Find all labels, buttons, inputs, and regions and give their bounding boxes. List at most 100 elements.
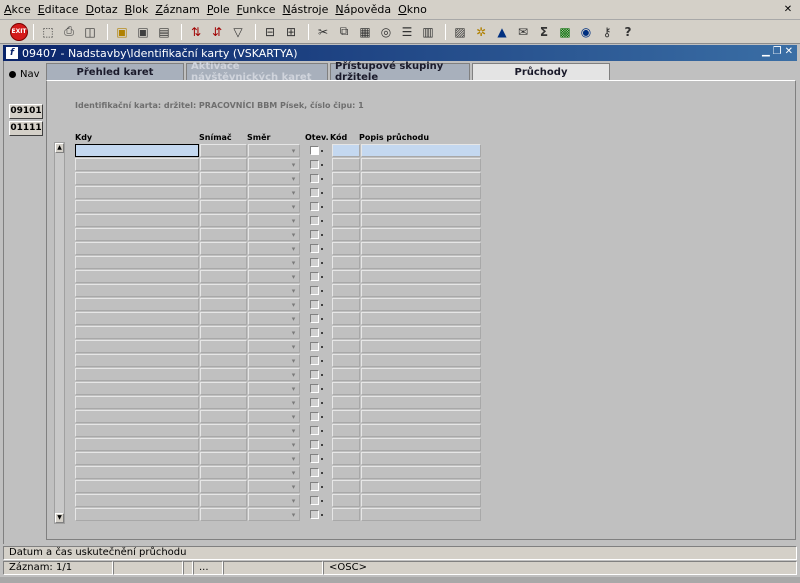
dropdown-arrow-icon[interactable]: ▾: [289, 244, 298, 254]
cut-icon[interactable]: ✂: [314, 23, 332, 41]
kod-field[interactable]: [332, 494, 360, 507]
kod-field[interactable]: [332, 354, 360, 367]
clear-icon[interactable]: ⊟: [261, 23, 279, 41]
dropdown-arrow-icon[interactable]: ▾: [289, 426, 298, 436]
search-icon[interactable]: ◎: [377, 23, 395, 41]
popis-field[interactable]: [361, 312, 481, 325]
smer-select[interactable]: ▾: [248, 326, 300, 339]
otev-checkbox[interactable]: [310, 412, 319, 421]
dropdown-arrow-icon[interactable]: ▾: [289, 300, 298, 310]
dropdown-arrow-icon[interactable]: ▾: [289, 398, 298, 408]
kod-field[interactable]: [332, 466, 360, 479]
smer-select[interactable]: ▾: [248, 186, 300, 199]
popis-field[interactable]: [361, 494, 481, 507]
menu-zaznam[interactable]: Záznam: [155, 3, 200, 16]
smer-select[interactable]: ▾: [248, 382, 300, 395]
smer-select[interactable]: ▾: [248, 228, 300, 241]
popis-field[interactable]: [361, 480, 481, 493]
popis-field[interactable]: [361, 424, 481, 437]
kdy-field[interactable]: [75, 172, 199, 185]
tab-pruchody[interactable]: Průchody: [472, 63, 610, 81]
kod-field[interactable]: [332, 438, 360, 451]
smer-select[interactable]: ▾: [248, 284, 300, 297]
kdy-field[interactable]: [75, 200, 199, 213]
list-icon[interactable]: ☰: [398, 23, 416, 41]
sum-icon[interactable]: Σ: [535, 23, 553, 41]
menu-editace[interactable]: Editace: [38, 3, 79, 16]
snimac-field[interactable]: [200, 326, 247, 339]
kod-field[interactable]: [332, 382, 360, 395]
kod-field[interactable]: [332, 256, 360, 269]
menu-napoveda[interactable]: Nápověda: [335, 3, 391, 16]
kod-field[interactable]: [332, 228, 360, 241]
dropdown-arrow-icon[interactable]: ▾: [289, 496, 298, 506]
smer-select[interactable]: ▾: [248, 438, 300, 451]
kod-field[interactable]: [332, 326, 360, 339]
otev-checkbox[interactable]: [310, 202, 319, 211]
kdy-field[interactable]: [75, 340, 199, 353]
snimac-field[interactable]: [200, 382, 247, 395]
kdy-field[interactable]: [75, 186, 199, 199]
mail-icon[interactable]: ✉: [514, 23, 532, 41]
smer-select[interactable]: ▾: [248, 144, 300, 157]
side-button-01111[interactable]: 01111: [9, 121, 43, 136]
dropdown-arrow-icon[interactable]: ▾: [289, 412, 298, 422]
kdy-field[interactable]: [75, 466, 199, 479]
kdy-field[interactable]: [75, 410, 199, 423]
menu-okno[interactable]: Okno: [398, 3, 427, 16]
kdy-field[interactable]: [75, 158, 199, 171]
menu-dotaz[interactable]: Dotaz: [86, 3, 118, 16]
otev-checkbox[interactable]: [310, 356, 319, 365]
snimac-field[interactable]: [200, 298, 247, 311]
smer-select[interactable]: ▾: [248, 452, 300, 465]
scroll-up-icon[interactable]: ▲: [55, 143, 64, 153]
dropdown-arrow-icon[interactable]: ▾: [289, 510, 298, 520]
snimac-field[interactable]: [200, 424, 247, 437]
excel-icon[interactable]: ▩: [556, 23, 574, 41]
popis-field[interactable]: [361, 158, 481, 171]
minimize-icon[interactable]: ▁: [762, 46, 770, 57]
smer-select[interactable]: ▾: [248, 172, 300, 185]
kdy-field[interactable]: [75, 228, 199, 241]
kod-field[interactable]: [332, 508, 360, 521]
snimac-field[interactable]: [200, 242, 247, 255]
sort-asc-icon[interactable]: ⇅: [187, 23, 205, 41]
help-icon[interactable]: ?: [619, 23, 637, 41]
insert-record-icon[interactable]: ▣: [113, 23, 131, 41]
tab-prehled-karet[interactable]: Přehled karet: [46, 63, 184, 80]
paste-icon[interactable]: ▦: [356, 23, 374, 41]
kod-field[interactable]: [332, 284, 360, 297]
kdy-field[interactable]: [75, 452, 199, 465]
kdy-field[interactable]: [75, 480, 199, 493]
calc-icon[interactable]: ⊞: [282, 23, 300, 41]
popis-field[interactable]: [361, 200, 481, 213]
kdy-field[interactable]: [75, 326, 199, 339]
dropdown-arrow-icon[interactable]: ▾: [289, 342, 298, 352]
kod-field[interactable]: [332, 312, 360, 325]
smer-select[interactable]: ▾: [248, 424, 300, 437]
snimac-field[interactable]: [200, 186, 247, 199]
popis-field[interactable]: [361, 354, 481, 367]
lock-icon[interactable]: ▤: [155, 23, 173, 41]
dropdown-arrow-icon[interactable]: ▾: [289, 188, 298, 198]
kod-field[interactable]: [332, 480, 360, 493]
smer-select[interactable]: ▾: [248, 368, 300, 381]
menu-akce[interactable]: Akce: [4, 3, 31, 16]
smer-select[interactable]: ▾: [248, 480, 300, 493]
smer-select[interactable]: ▾: [248, 214, 300, 227]
smer-select[interactable]: ▾: [248, 270, 300, 283]
popis-field[interactable]: [361, 410, 481, 423]
kod-field[interactable]: [332, 410, 360, 423]
otev-checkbox[interactable]: [310, 468, 319, 477]
smer-select[interactable]: ▾: [248, 354, 300, 367]
snimac-field[interactable]: [200, 480, 247, 493]
dropdown-arrow-icon[interactable]: ▾: [289, 230, 298, 240]
otev-checkbox[interactable]: [310, 482, 319, 491]
kod-field[interactable]: [332, 368, 360, 381]
dropdown-arrow-icon[interactable]: ▾: [289, 146, 298, 156]
popis-field[interactable]: [361, 214, 481, 227]
dropdown-arrow-icon[interactable]: ▾: [289, 216, 298, 226]
popis-field[interactable]: [361, 466, 481, 479]
dropdown-arrow-icon[interactable]: ▾: [289, 174, 298, 184]
smer-select[interactable]: ▾: [248, 312, 300, 325]
